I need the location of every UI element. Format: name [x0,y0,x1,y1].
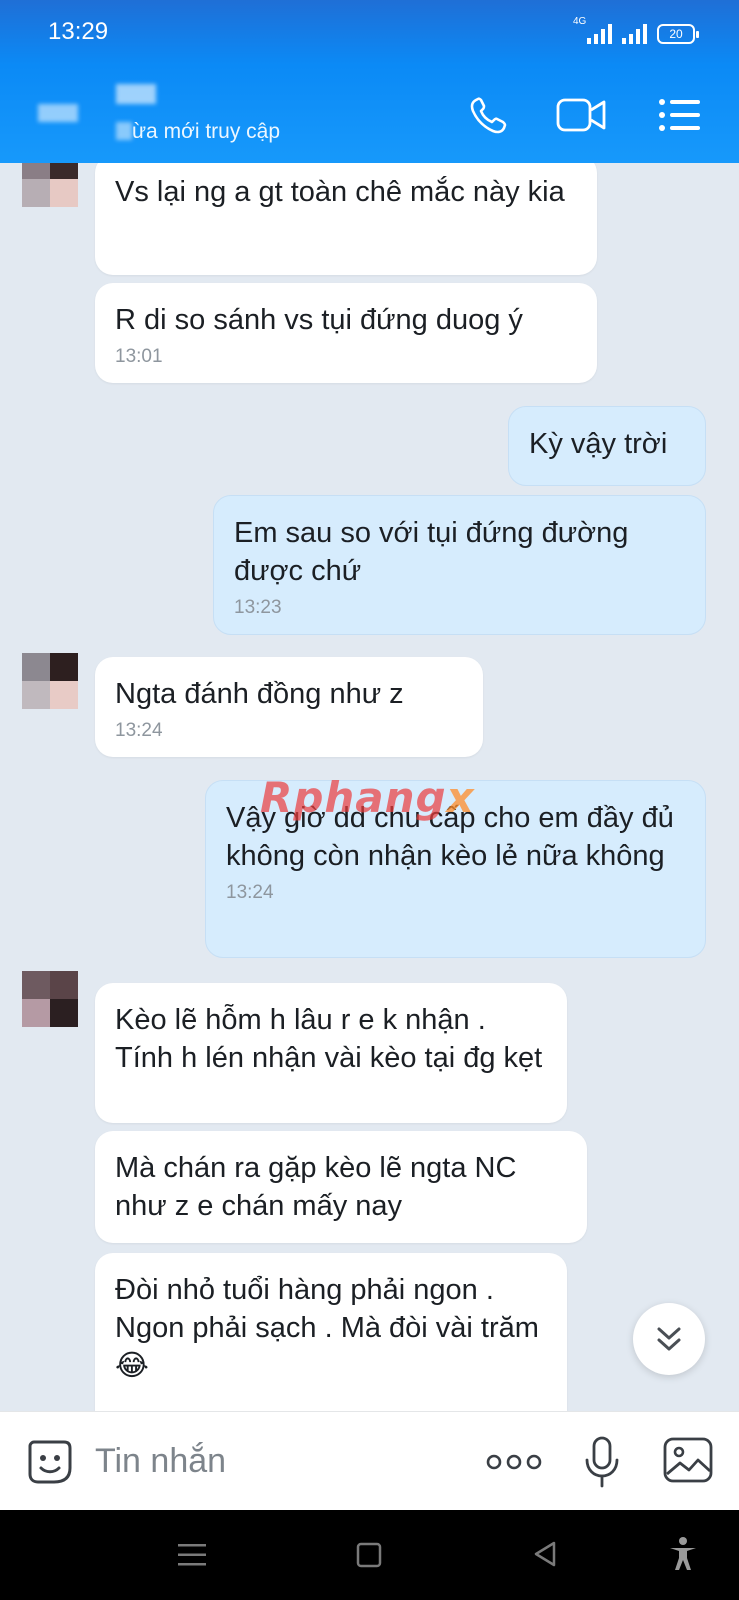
message-incoming[interactable]: R di so sánh vs tụi đứng duog ý 13:01 [95,283,597,383]
message-incoming[interactable]: Vs lại ng a gt toàn chê mắc này kia [95,163,597,275]
status-bar: 13:29 4G 20 [0,0,739,64]
back-arrow-icon[interactable] [38,102,78,122]
recents-menu-icon[interactable] [178,1542,206,1568]
message-outgoing[interactable]: Kỳ vậy trời [508,406,706,486]
message-text: Mà chán ra gặp kèo lẽ ngta NC như z e ch… [115,1152,517,1222]
message-text: Kỳ vậy trời [529,428,668,460]
message-text: Ngta đánh đồng như z [115,678,404,710]
contact-status: ừa mới truy cập [132,120,281,143]
system-navigation-bar [0,1510,739,1600]
watermark-logo: Rphangx [260,773,475,822]
watermark-tail: x [446,773,475,822]
message-text: Đòi nhỏ tuổi hàng phải ngon . Ngon phải … [115,1274,539,1382]
message-text: Kèo lẽ hỗm h lâu r e k nhận . Tính h lén… [115,1004,543,1074]
message-outgoing[interactable]: Em sau so với tụi đứng đường được chứ 13… [213,495,706,635]
chat-header: ừa mới truy cập [0,64,739,163]
status-time: 13:29 [48,18,109,45]
message-text: Vs lại ng a gt toàn chê mắc này kia [115,176,565,208]
menu-list-icon[interactable] [656,94,704,136]
contact-avatar[interactable] [22,163,78,207]
more-options-icon[interactable] [486,1450,542,1474]
message-incoming[interactable]: Mà chán ra gặp kèo lẽ ngta NC như z e ch… [95,1131,587,1243]
message-time: 13:24 [115,720,163,741]
message-incoming[interactable]: Đòi nhỏ tuổi hàng phải ngon . Ngon phải … [95,1253,567,1411]
message-text: R di so sánh vs tụi đứng duog ý [115,304,523,336]
phone-icon[interactable] [466,94,514,136]
message-input[interactable]: Tin nhắn [95,1442,226,1481]
message-time: 13:24 [226,882,274,903]
message-incoming[interactable]: Kèo lẽ hỗm h lâu r e k nhận . Tính h lén… [95,983,567,1123]
contact-avatar[interactable] [22,971,78,1027]
signal-4g-icon: 4G [573,16,612,44]
message-input-bar: Tin nhắn [0,1411,739,1510]
message-text: Em sau so với tụi đứng đường được chứ [234,517,629,587]
scroll-to-bottom-button[interactable] [633,1303,705,1375]
status-icons: 4G 20 [573,16,699,44]
top-bar: 13:29 4G 20 ừa mới truy cập [0,0,739,163]
back-triangle-icon[interactable] [532,1540,558,1568]
sticker-emoji-icon[interactable] [24,1436,76,1488]
video-call-icon[interactable] [556,94,608,136]
message-time: 13:23 [234,597,282,618]
battery-level: 20 [669,27,683,41]
battery-icon: 20 [657,24,699,44]
contact-name-redacted[interactable] [116,84,156,104]
signal-icon [622,22,647,44]
watermark-text: Rphang [260,773,447,822]
message-incoming[interactable]: Ngta đánh đồng như z 13:24 [95,657,483,757]
microphone-icon[interactable] [582,1434,622,1490]
message-time: 13:01 [115,346,163,367]
redaction-mark [116,122,132,140]
home-square-icon[interactable] [356,1542,382,1568]
image-gallery-icon[interactable] [662,1436,714,1484]
accessibility-icon[interactable] [668,1536,698,1572]
double-chevron-down-icon [657,1327,681,1351]
contact-avatar[interactable] [22,653,78,709]
network-label: 4G [573,16,587,27]
